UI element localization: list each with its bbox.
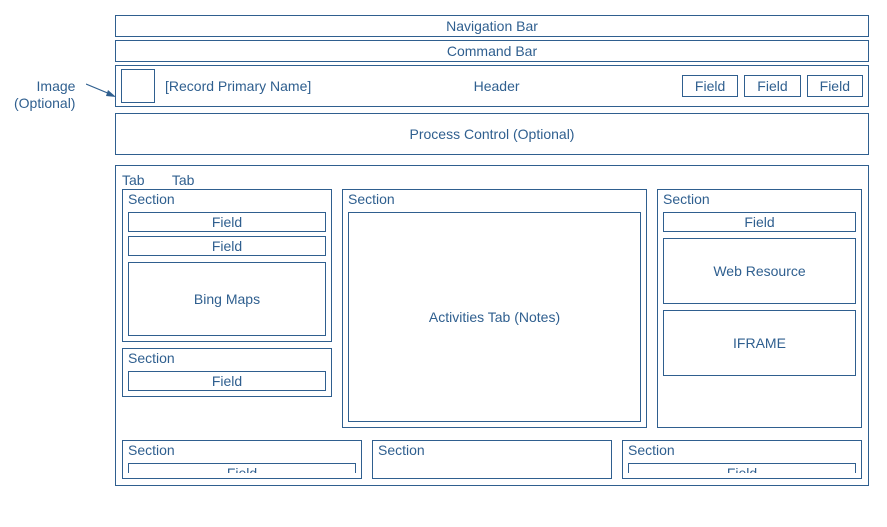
process-control: Process Control (Optional) (115, 113, 869, 155)
left-section-1: Section Field Field Bing Maps (122, 189, 332, 342)
web-resource-region: Web Resource (663, 238, 856, 304)
annotation-arrow-icon (86, 80, 116, 98)
header-field-1: Field (682, 75, 738, 97)
command-bar: Command Bar (115, 40, 869, 62)
record-primary-name: [Record Primary Name] (165, 78, 311, 94)
tab-container: Tab Tab Section Field Field Bing Maps Se… (115, 165, 869, 486)
section-title: Section (128, 441, 356, 459)
mid-section: Section Activities Tab (Notes) (342, 189, 647, 428)
header-region: [Record Primary Name] Header Field Field… (115, 65, 869, 107)
field: Field (128, 463, 356, 473)
annotation-line1: Image (14, 78, 75, 95)
image-annotation: Image (Optional) (14, 78, 75, 112)
bottom-section-3: Section Field (622, 440, 862, 479)
tab-1: Tab (122, 172, 168, 188)
tab-strip: Tab Tab (122, 172, 862, 188)
header-field-2: Field (744, 75, 800, 97)
section-title: Section (128, 349, 326, 367)
right-section: Section Field Web Resource IFRAME (657, 189, 862, 428)
left-section-2: Section Field (122, 348, 332, 397)
field: Field (128, 236, 326, 256)
field: Field (663, 212, 856, 232)
field: Field (128, 371, 326, 391)
bing-maps-region: Bing Maps (128, 262, 326, 336)
header-fields: Field Field Field (682, 75, 863, 97)
iframe-region: IFRAME (663, 310, 856, 376)
section-title: Section (348, 190, 641, 208)
section-title: Section (378, 441, 606, 459)
record-image-placeholder (121, 69, 155, 103)
section-title: Section (128, 190, 326, 208)
header-field-3: Field (807, 75, 863, 97)
bottom-section-1: Section Field (122, 440, 362, 479)
field: Field (128, 212, 326, 232)
section-title: Section (628, 441, 856, 459)
header-label: Header (319, 78, 674, 94)
annotation-line2: (Optional) (14, 95, 75, 112)
activities-tab-notes: Activities Tab (Notes) (348, 212, 641, 422)
bottom-section-2: Section (372, 440, 612, 479)
field: Field (628, 463, 856, 473)
tab-2: Tab (172, 172, 218, 188)
layout-frame: Navigation Bar Command Bar [Record Prima… (115, 15, 869, 486)
section-title: Section (663, 190, 856, 208)
navigation-bar: Navigation Bar (115, 15, 869, 37)
